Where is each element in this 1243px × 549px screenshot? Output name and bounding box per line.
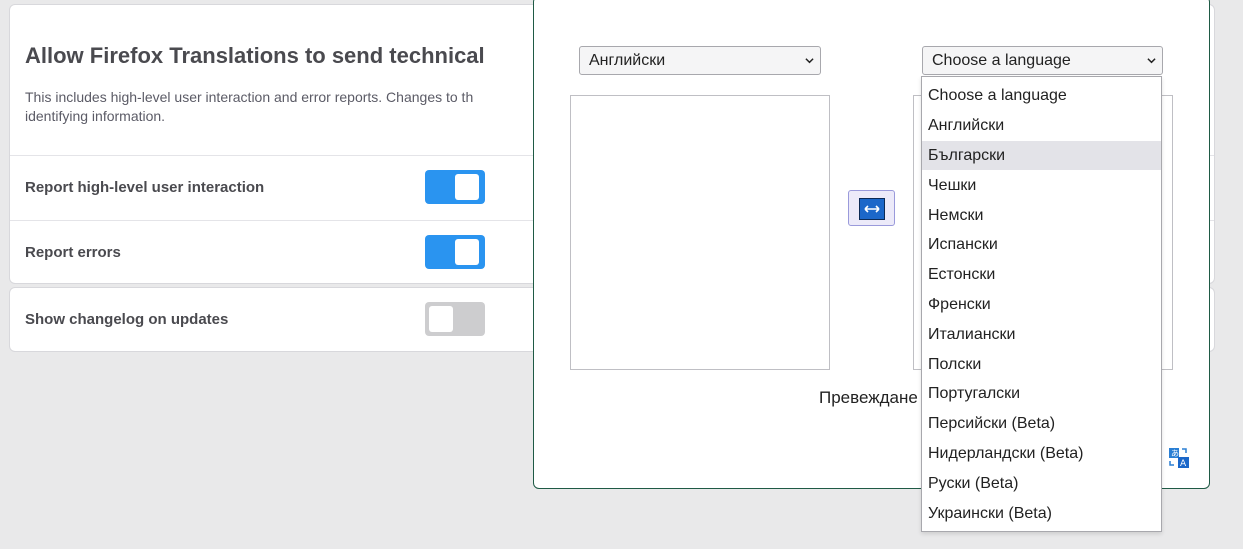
telemetry-title: Allow Firefox Translations to send techn… (25, 43, 485, 68)
translate-icon[interactable]: あ A (1168, 447, 1190, 469)
language-option[interactable]: Нидерландски (Beta) (922, 439, 1161, 468)
source-text-area[interactable] (570, 95, 830, 370)
toggle-knob (455, 239, 479, 265)
language-option[interactable]: Немски (922, 201, 1161, 230)
target-language-dropdown: Choose a language Английски Български Че… (921, 76, 1162, 532)
changelog-label: Show changelog on updates (25, 311, 229, 328)
language-option[interactable]: Португалски (922, 379, 1161, 408)
language-option[interactable]: Персийски (Beta) (922, 409, 1161, 438)
swap-languages-icon (859, 198, 885, 220)
report-interaction-toggle[interactable] (425, 170, 485, 204)
language-option[interactable]: Руски (Beta) (922, 469, 1161, 498)
chevron-down-icon (805, 58, 814, 64)
language-option[interactable]: Италиански (922, 320, 1161, 349)
language-option[interactable]: Чешки (922, 171, 1161, 200)
language-option[interactable]: Полски (922, 350, 1161, 379)
report-errors-label: Report errors (25, 244, 121, 261)
toggle-knob (429, 306, 453, 332)
translating-status: Превеждане (819, 388, 918, 407)
language-option[interactable]: Френски (922, 290, 1161, 319)
svg-text:A: A (1180, 459, 1187, 469)
source-language-value: Английски (589, 52, 666, 69)
language-option[interactable]: Естонски (922, 260, 1161, 289)
svg-text:あ: あ (1171, 449, 1179, 458)
report-errors-toggle[interactable] (425, 235, 485, 269)
telemetry-description: This includes high-level user interactio… (25, 89, 474, 124)
target-language-select[interactable]: Choose a language (922, 46, 1163, 75)
target-language-value: Choose a language (932, 52, 1071, 69)
toggle-knob (455, 174, 479, 200)
source-language-select[interactable]: Английски (579, 46, 821, 75)
changelog-toggle[interactable] (425, 302, 485, 336)
swap-languages-button[interactable] (848, 190, 895, 226)
language-option[interactable]: Choose a language (922, 81, 1161, 110)
language-option[interactable]: Украински (Beta) (922, 499, 1161, 528)
chevron-down-icon (1147, 58, 1156, 64)
report-interaction-label: Report high-level user interaction (25, 179, 265, 196)
language-option-highlighted[interactable]: Български (922, 141, 1161, 170)
language-option[interactable]: Испански (922, 230, 1161, 259)
language-option[interactable]: Английски (922, 111, 1161, 140)
